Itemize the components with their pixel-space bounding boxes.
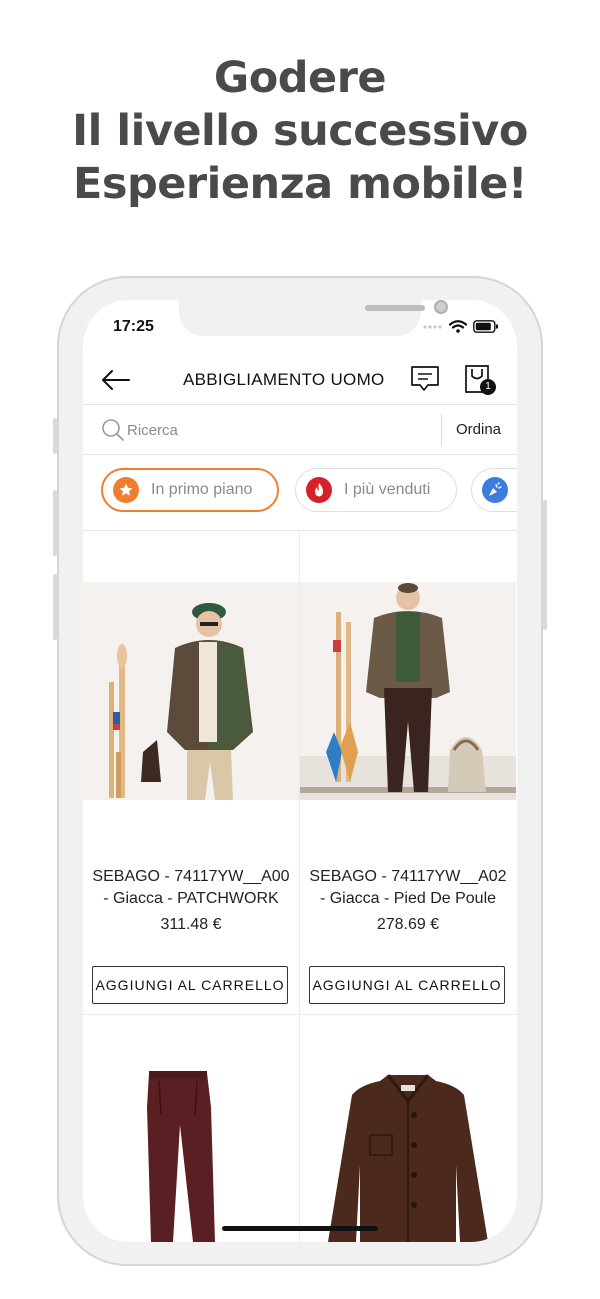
chip-best-sellers[interactable]: I più venduti <box>295 468 457 512</box>
status-time: 17:25 <box>113 318 154 335</box>
chip-new[interactable] <box>471 468 517 512</box>
back-button[interactable] <box>99 366 131 394</box>
flame-icon <box>306 477 332 503</box>
star-icon <box>113 477 139 503</box>
product-price: 278.69 € <box>376 916 440 933</box>
product-image[interactable] <box>300 1015 516 1242</box>
phone-mute-switch <box>53 418 57 454</box>
product-card-3[interactable] <box>83 1015 299 1242</box>
cart-badge: 1 <box>480 379 496 395</box>
chip-featured-label: In primo piano <box>151 481 253 498</box>
status-icons <box>423 320 499 333</box>
product-card-4[interactable] <box>300 1015 516 1242</box>
app-bar: ABBIGLIAMENTO UOMO <box>83 356 517 405</box>
chip-featured[interactable]: In primo piano <box>101 468 279 512</box>
product-image[interactable] <box>300 582 516 800</box>
product-price: 311.48 € <box>160 916 222 933</box>
shopping-bag-icon <box>465 365 489 393</box>
headline-line-1: Godere <box>213 53 387 103</box>
message-icon <box>411 366 439 391</box>
phone-screen: 17:25 ABBIGLIAMENTO UOMO 1 Ricerca Ordin… <box>83 300 517 1242</box>
signal-icon <box>423 324 442 329</box>
wifi-icon <box>449 320 467 333</box>
speaker-grill <box>365 305 425 311</box>
headline-line-2: Il livello successivo <box>72 106 528 156</box>
product-image[interactable] <box>83 1015 299 1242</box>
party-popper-icon <box>482 477 508 503</box>
battery-icon <box>473 320 498 333</box>
messages-button[interactable] <box>409 364 441 394</box>
phone-notch <box>179 300 448 336</box>
phone-volume-down <box>53 574 57 640</box>
sort-divider <box>441 414 442 446</box>
add-to-cart-button[interactable]: AGGIUNGI AL CARRELLO <box>309 966 505 1004</box>
search-input[interactable] <box>127 418 427 442</box>
cart-button[interactable] <box>461 362 501 398</box>
sort-button[interactable]: Ordina <box>456 421 501 438</box>
product-card-1[interactable]: SEBAGO - 74117YW__A00 - Giacca - PATCHWO… <box>83 530 299 1014</box>
headline-line-3: Esperienza mobile! <box>72 159 528 209</box>
chip-best-sellers-label: I più venduti <box>344 481 431 498</box>
product-image[interactable] <box>83 582 299 800</box>
home-indicator[interactable] <box>222 1226 378 1231</box>
phone-power-button <box>543 500 547 630</box>
front-camera <box>434 300 448 314</box>
promo-headline: Godere Il livello successivo Esperienza … <box>0 52 600 211</box>
add-to-cart-button[interactable]: AGGIUNGI AL CARRELLO <box>92 966 288 1004</box>
product-name[interactable]: SEBAGO - 74117YW__A00 - Giacca - PATCHWO… <box>89 866 293 910</box>
phone-volume-up <box>53 490 57 556</box>
search-bar: Ordina <box>83 404 517 455</box>
product-card-2[interactable]: SEBAGO - 74117YW__A02 - Giacca - Pied De… <box>300 530 516 1014</box>
back-arrow-icon <box>102 370 130 390</box>
search-icon <box>102 419 124 441</box>
page-title: ABBIGLIAMENTO UOMO <box>183 370 385 389</box>
product-name[interactable]: SEBAGO - 74117YW__A02 - Giacca - Pied De… <box>306 866 510 910</box>
filter-chips: In primo piano I più venduti <box>83 454 517 531</box>
